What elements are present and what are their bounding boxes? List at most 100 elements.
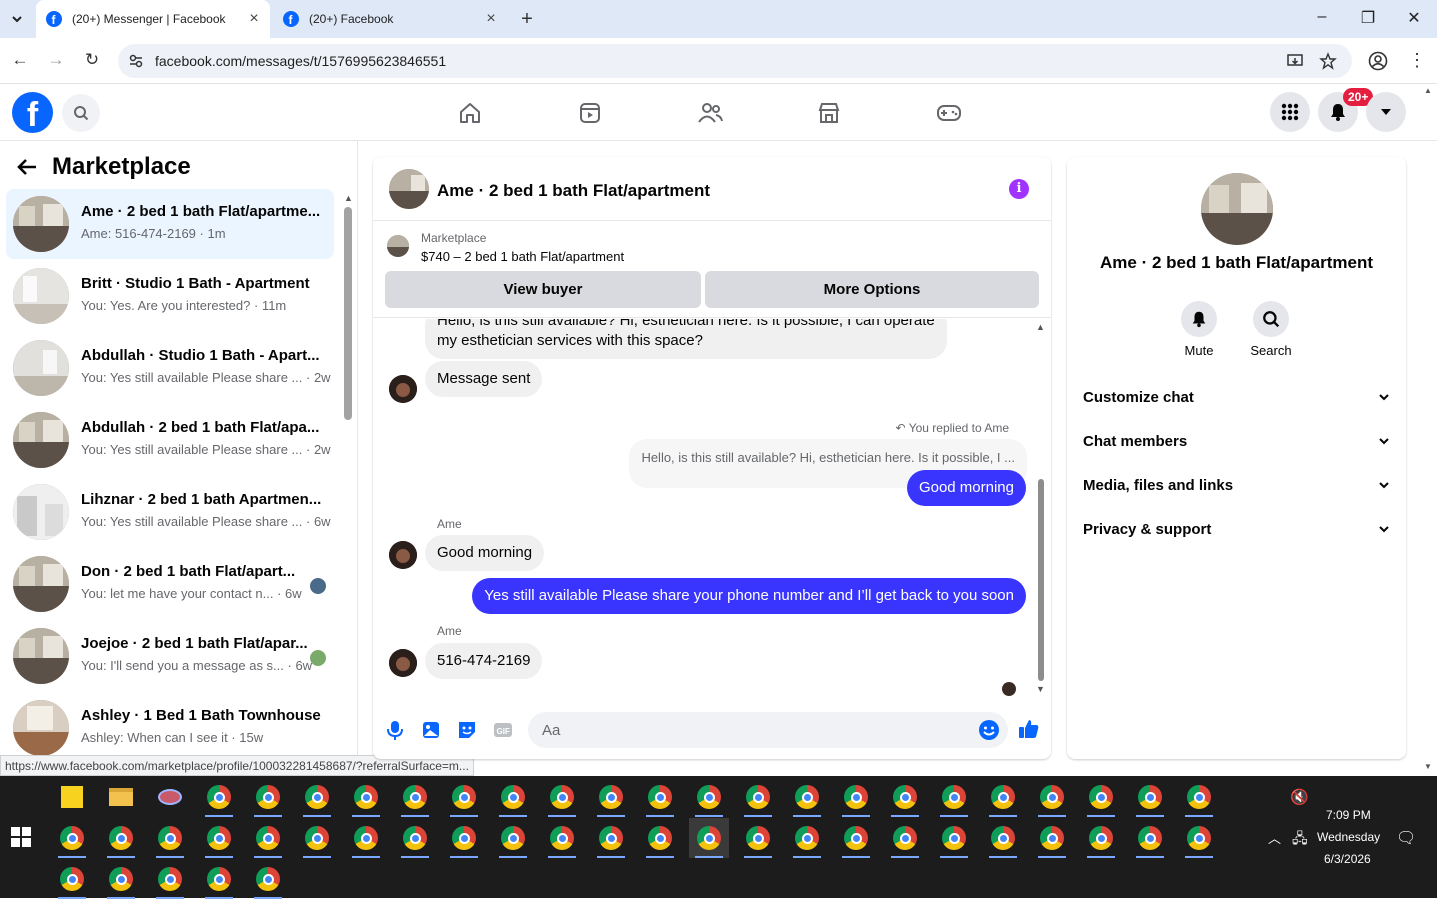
clock-time[interactable]: 7:09 PM <box>1326 808 1371 822</box>
message-bubble[interactable]: Yes still available Please share your ph… <box>472 578 1026 614</box>
tab-messenger[interactable]: f (20+) Messenger | Facebook × <box>36 0 270 38</box>
facebook-logo[interactable]: f <box>12 92 53 134</box>
chrome-icon[interactable] <box>983 818 1023 858</box>
conversation-item[interactable]: Abdullah · Studio 1 Bath - Apart... You:… <box>6 333 334 403</box>
chrome-icon[interactable] <box>689 777 729 817</box>
reload-button[interactable]: ↻ <box>81 50 103 72</box>
app-icon[interactable] <box>150 777 190 817</box>
chrome-icon[interactable] <box>1032 818 1072 858</box>
back-button[interactable]: ← <box>9 50 31 72</box>
chat-scrollbar-thumb[interactable] <box>1038 479 1044 681</box>
chrome-icon[interactable] <box>101 818 141 858</box>
chrome-icon[interactable] <box>297 818 337 858</box>
chrome-icon[interactable] <box>689 818 729 858</box>
photo-icon[interactable] <box>420 719 442 741</box>
gif-icon[interactable]: GIF <box>492 719 514 741</box>
conversation-item[interactable]: Joejoe · 2 bed 1 bath Flat/apar... You: … <box>6 621 334 691</box>
chrome-icon[interactable] <box>591 818 631 858</box>
media-files-links-section[interactable]: Media, files and links <box>1083 463 1390 507</box>
info-icon[interactable]: i <box>1009 179 1029 199</box>
chrome-icon[interactable] <box>1032 777 1072 817</box>
clock-date[interactable]: 6/3/2026 <box>1324 852 1371 866</box>
chrome-icon[interactable] <box>346 777 386 817</box>
menu-button[interactable] <box>1270 92 1310 132</box>
new-tab-button[interactable]: + <box>516 8 538 31</box>
chevron-up-icon[interactable]: ︿ <box>1268 828 1281 847</box>
listing-price[interactable]: $740 – 2 bed 1 bath Flat/apartment <box>421 249 624 264</box>
install-app-icon[interactable] <box>1286 52 1304 70</box>
restore-button[interactable]: ❐ <box>1356 8 1380 30</box>
scroll-up-arrow-icon[interactable]: ▲ <box>344 193 353 203</box>
close-tab-icon[interactable]: × <box>246 11 262 27</box>
microphone-icon[interactable] <box>384 719 406 741</box>
conversation-item[interactable]: Ame · 2 bed 1 bath Flat/apartme... Ame: … <box>6 189 334 259</box>
conversation-item[interactable]: Lihznar · 2 bed 1 bath Apartmen... You: … <box>6 477 334 547</box>
chrome-icon[interactable] <box>1130 818 1170 858</box>
back-arrow-icon[interactable] <box>16 157 38 177</box>
windows-start-icon[interactable] <box>10 826 32 848</box>
sticky-notes-icon[interactable] <box>52 777 92 817</box>
facebook-search-button[interactable] <box>62 94 100 132</box>
chrome-icon[interactable] <box>934 777 974 817</box>
notification-center-icon[interactable]: 🗨 <box>1396 828 1416 848</box>
chrome-icon[interactable] <box>1130 777 1170 817</box>
profile-icon[interactable] <box>1368 51 1388 71</box>
chrome-icon[interactable] <box>1081 818 1121 858</box>
chrome-icon[interactable] <box>836 777 876 817</box>
chrome-icon[interactable] <box>199 777 239 817</box>
message-input[interactable]: Aa <box>528 712 1008 748</box>
tab-search-button[interactable] <box>6 8 28 30</box>
chrome-icon[interactable] <box>1081 777 1121 817</box>
chrome-icon[interactable] <box>640 777 680 817</box>
account-button[interactable] <box>1366 92 1406 132</box>
chrome-icon[interactable] <box>248 818 288 858</box>
chrome-icon[interactable] <box>493 777 533 817</box>
message-bubble[interactable]: Hello, is this still available? Hi, esth… <box>425 319 947 359</box>
listing-avatar[interactable] <box>1201 173 1273 245</box>
site-settings-icon[interactable] <box>128 53 144 69</box>
chrome-icon[interactable] <box>542 818 582 858</box>
chrome-icon[interactable] <box>738 777 778 817</box>
chat-title[interactable]: Ame · 2 bed 1 bath Flat/apartment <box>437 181 710 201</box>
conversation-item[interactable]: Don · 2 bed 1 bath Flat/apart... You: le… <box>6 549 334 619</box>
close-tab-icon[interactable]: × <box>483 11 499 27</box>
chrome-icon[interactable] <box>346 818 386 858</box>
close-window-button[interactable]: ✕ <box>1402 8 1426 30</box>
chrome-icon[interactable] <box>1179 818 1219 858</box>
chrome-icon[interactable] <box>983 777 1023 817</box>
home-nav-button[interactable] <box>455 98 485 128</box>
minimize-button[interactable]: – <box>1310 8 1334 30</box>
emoji-icon[interactable] <box>978 719 1000 741</box>
scroll-up-arrow-icon[interactable]: ▲ <box>1036 322 1045 332</box>
chrome-icon[interactable] <box>1179 777 1219 817</box>
chrome-icon[interactable] <box>52 818 92 858</box>
chrome-icon[interactable] <box>493 818 533 858</box>
message-bubble[interactable]: Good morning <box>425 535 545 571</box>
video-nav-button[interactable] <box>575 98 605 128</box>
chrome-icon[interactable] <box>885 777 925 817</box>
chrome-icon[interactable] <box>248 859 288 899</box>
sticker-icon[interactable] <box>456 719 478 741</box>
conversation-item[interactable]: Britt · Studio 1 Bath - Apartment You: Y… <box>6 261 334 331</box>
chrome-icon[interactable] <box>542 777 582 817</box>
chrome-icon[interactable] <box>787 818 827 858</box>
chrome-icon[interactable] <box>885 818 925 858</box>
search-in-conversation-button[interactable]: Search <box>1236 301 1306 358</box>
like-thumb-icon[interactable] <box>1018 718 1040 740</box>
chrome-icon[interactable] <box>395 777 435 817</box>
browser-menu-icon[interactable]: ⋮ <box>1408 50 1426 71</box>
clock-day[interactable]: Wednesday <box>1317 830 1380 844</box>
chrome-icon[interactable] <box>199 818 239 858</box>
chrome-icon[interactable] <box>640 818 680 858</box>
network-icon[interactable]: 🖧 <box>1292 828 1308 852</box>
message-bubble[interactable]: Message sent <box>425 361 543 397</box>
chrome-icon[interactable] <box>52 859 92 899</box>
chrome-icon[interactable] <box>199 859 239 899</box>
message-bubble[interactable]: 516-474-2169 <box>425 643 543 679</box>
forward-button[interactable]: → <box>45 50 67 72</box>
chrome-icon[interactable] <box>591 777 631 817</box>
customize-chat-section[interactable]: Customize chat <box>1083 375 1390 419</box>
view-buyer-button[interactable]: View buyer <box>385 271 701 308</box>
chrome-icon[interactable] <box>836 818 876 858</box>
tab-facebook[interactable]: f (20+) Facebook × <box>273 0 507 38</box>
